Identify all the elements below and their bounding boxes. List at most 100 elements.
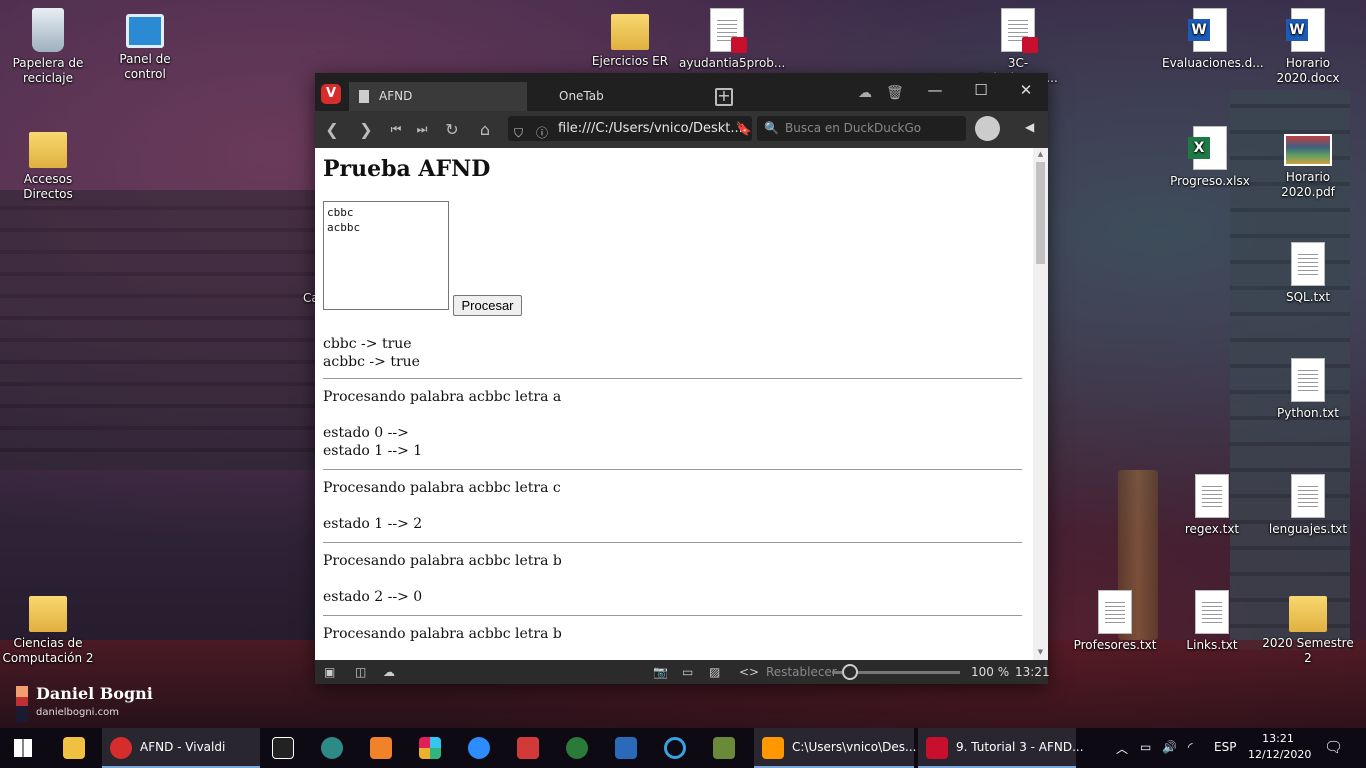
scroll-down-icon[interactable]: ▼: [1036, 648, 1045, 656]
close-button[interactable]: ✕: [1011, 81, 1041, 101]
step-line: estado 1 --> 1: [323, 443, 423, 459]
volume-icon[interactable]: 🔊: [1162, 740, 1177, 754]
tab-afnd[interactable]: AFND: [349, 82, 527, 111]
taskbar-pdf-reader[interactable]: 9. Tutorial 3 - AFND...: [918, 728, 1084, 768]
image-icon[interactable]: ▨: [709, 665, 720, 679]
info-icon[interactable]: ⓘ: [536, 121, 548, 141]
desktop-icon-evaluaciones-docx[interactable]: Evaluaciones.d...: [1162, 8, 1264, 71]
taskbar-intellij[interactable]: [264, 728, 306, 768]
desktop-icon-label: Accesos Directos: [23, 172, 73, 201]
file-explorer-button[interactable]: [55, 728, 97, 768]
desktop-icon-ayudantia-pdf[interactable]: ayudantia5prob...: [679, 8, 785, 71]
window-icon[interactable]: ▭: [682, 665, 693, 679]
search-field[interactable]: 🔍 Busca en DuckDuckGo: [757, 116, 966, 141]
brand-logo: [16, 686, 28, 722]
desktop-icon-accesos-directos[interactable]: Accesos Directos: [0, 126, 96, 202]
scroll-up-icon[interactable]: ▲: [1036, 150, 1045, 158]
slack-icon: [419, 737, 441, 759]
code-icon[interactable]: <>: [739, 665, 759, 679]
bookmark-icon[interactable]: 🔖: [733, 122, 755, 137]
shield-icon[interactable]: ⛉: [514, 121, 523, 141]
pdf-reader-icon: [926, 737, 948, 759]
taskbar-vivaldi[interactable]: AFND - Vivaldi: [102, 728, 260, 768]
desktop-icon-recycle-bin[interactable]: Papelera de reciclaje: [0, 8, 96, 86]
back-icon[interactable]: ❮: [321, 120, 343, 139]
vivaldi-menu-icon[interactable]: V: [321, 84, 341, 104]
desktop-icon-python-txt[interactable]: Python.txt: [1260, 358, 1356, 421]
minimize-button[interactable]: —: [920, 81, 950, 101]
forward-icon[interactable]: ❯: [355, 120, 377, 139]
hs-app-icon: [566, 737, 588, 759]
text-file-icon: [1291, 474, 1325, 518]
taskbar-clock[interactable]: 13:21 12/12/2020: [1248, 731, 1312, 763]
camera-icon[interactable]: 📷: [653, 665, 668, 679]
zoom-reset-button[interactable]: Restablecer: [766, 665, 837, 679]
desktop-icon-horario-pdf[interactable]: Horario 2020.pdf: [1260, 126, 1356, 200]
taskbar-label: AFND - Vivaldi: [140, 740, 226, 754]
taskbar-zoom[interactable]: [460, 728, 502, 768]
taskbar-ring-app[interactable]: [656, 728, 698, 768]
search-icon: 🔍: [764, 121, 779, 135]
url-field[interactable]: ⛉ ⓘ file:///C:/Users/vnico/Deskt...: [508, 116, 752, 141]
desktop-icon-lenguajes-txt[interactable]: lenguajes.txt: [1260, 474, 1356, 537]
taskbar-sublime[interactable]: C:\Users\vnico\Des...: [754, 728, 917, 768]
result-line: cbbc -> true: [323, 336, 412, 352]
desktop-icon-horario-docx[interactable]: Horario 2020.docx: [1260, 8, 1356, 86]
tab-onetab[interactable]: OneTab: [559, 82, 699, 111]
maximize-button[interactable]: ☐: [966, 81, 996, 101]
panel-toggle-icon[interactable]: ◀: [1025, 120, 1034, 134]
tile-icon[interactable]: ◫: [355, 665, 366, 679]
panel-icon[interactable]: ▣: [324, 665, 335, 679]
scroll-thumb[interactable]: [1036, 162, 1045, 264]
desktop-icon-label: lenguajes.txt: [1268, 522, 1348, 536]
taskbar-app-globe[interactable]: [313, 728, 355, 768]
steps-list: Procesando palabra acbbc letra a estado …: [323, 378, 1022, 660]
taskbar-download-app[interactable]: [509, 728, 551, 768]
page-scrollbar[interactable]: ▲ ▼: [1033, 148, 1048, 660]
taskbar-settings-app[interactable]: [705, 728, 747, 768]
desktop-icon-label: SQL.txt: [1285, 290, 1331, 304]
search-placeholder: Busca en DuckDuckGo: [785, 121, 922, 135]
taskbar-label: 9. Tutorial 3 - AFND...: [956, 740, 1084, 754]
new-tab-button[interactable]: +: [715, 88, 733, 106]
tray-expand-icon[interactable]: ︿: [1116, 740, 1128, 757]
sync-cloud-icon[interactable]: ☁: [383, 665, 395, 679]
fast-forward-icon[interactable]: ⏭: [411, 122, 433, 137]
taskbar-hs-app[interactable]: [558, 728, 600, 768]
notifications-icon[interactable]: 🗨: [1324, 738, 1343, 756]
desktop-icon-sql-txt[interactable]: SQL.txt: [1260, 242, 1356, 305]
taskbar-shark-app[interactable]: [607, 728, 649, 768]
brand-url: danielbogni.com: [36, 707, 119, 718]
desktop-icon-profesores-txt[interactable]: Profesores.txt: [1067, 590, 1163, 653]
desktop-icon-semestre-folder[interactable]: 2020 Semestre 2: [1260, 590, 1356, 666]
profile-avatar[interactable]: [975, 116, 1000, 141]
text-file-icon: [1291, 358, 1325, 402]
taskbar-slack[interactable]: [411, 728, 453, 768]
trash-icon[interactable]: 🗑: [886, 85, 904, 101]
tab-label: OneTab: [559, 89, 604, 103]
start-button[interactable]: [14, 739, 32, 757]
step-block: Procesando palabra acbbc letra a estado …: [323, 378, 1022, 460]
rewind-icon[interactable]: ⏮: [385, 122, 407, 137]
desktop-icon-links-txt[interactable]: Links.txt: [1164, 590, 1260, 653]
words-textarea[interactable]: cbbc acbbc: [323, 201, 449, 310]
cloud-sync-icon[interactable]: ☁: [858, 85, 872, 101]
desktop-icon-progreso-xlsx[interactable]: Progreso.xlsx: [1162, 126, 1258, 189]
wifi-icon[interactable]: ◜: [1188, 740, 1193, 754]
battery-icon[interactable]: ▭: [1140, 740, 1151, 754]
desktop-icon-ciencias-computacion[interactable]: Ciencias de Computación 2: [0, 590, 96, 666]
file-explorer-icon: [63, 737, 85, 759]
folder-icon: [1289, 596, 1327, 632]
reload-icon[interactable]: ↻: [441, 120, 463, 139]
pdf-file-icon: [1001, 8, 1038, 53]
process-button[interactable]: Procesar: [453, 295, 522, 316]
desktop-icon-ejercicios-er[interactable]: Ejercicios ER: [582, 8, 678, 69]
desktop-icon-regex-txt[interactable]: regex.txt: [1164, 474, 1260, 537]
desktop-icon-control-panel[interactable]: Panel de control: [97, 8, 193, 82]
taskbar-app-orange[interactable]: [362, 728, 404, 768]
home-icon[interactable]: ⌂: [474, 120, 496, 139]
clock-date: 12/12/2020: [1248, 748, 1312, 761]
language-indicator[interactable]: ESP: [1214, 740, 1236, 754]
taskbar-label: C:\Users\vnico\Des...: [792, 740, 917, 754]
zoom-slider-handle[interactable]: [841, 664, 858, 680]
